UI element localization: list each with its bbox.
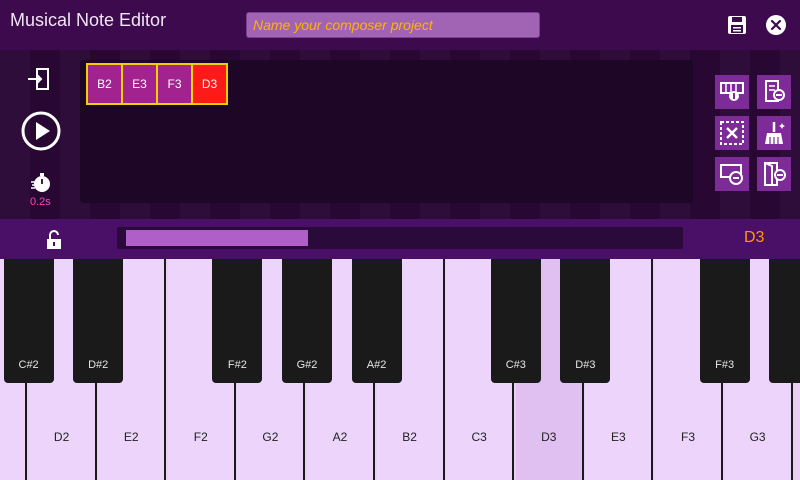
remove-from-list-icon — [765, 80, 785, 102]
lock-button[interactable] — [42, 228, 66, 252]
clean-all-icon — [765, 122, 785, 144]
progress-fill — [126, 230, 308, 246]
clear-selection-icon — [720, 121, 744, 145]
black-key-label: A#2 — [366, 359, 387, 371]
white-key-label: F2 — [193, 430, 208, 444]
white-key-label: G3 — [749, 430, 766, 444]
black-key-label: G#2 — [296, 359, 318, 371]
white-key-label: A2 — [332, 430, 348, 444]
black-key-csharp3[interactable]: C#3 — [490, 259, 541, 383]
current-note-label: D3 — [744, 229, 765, 246]
import-button[interactable] — [26, 66, 52, 92]
black-key-fsharp2[interactable]: F#2 — [212, 259, 263, 383]
black-key-label: F#2 — [227, 359, 247, 371]
white-key-label: G2 — [262, 430, 279, 444]
black-key-label: F#3 — [715, 359, 735, 371]
white-key-label: B2 — [402, 430, 417, 444]
unlock-icon — [47, 230, 61, 249]
note-chip-d3[interactable]: D3 — [193, 65, 226, 103]
play-button[interactable] — [20, 110, 62, 152]
import-icon — [28, 68, 49, 90]
white-key-label: E2 — [123, 430, 139, 444]
piano-keyboard: C2 D2 E2 F2 G2 A2 B2 C3 D3 E3 F3 G3 C#2 D#2 F#2 G#2 A#2 C… — [0, 259, 800, 480]
project-name-input[interactable] — [246, 12, 540, 38]
black-key-csharp2[interactable]: C#2 — [3, 259, 54, 383]
speed-value: 0.2s — [30, 196, 51, 208]
white-key-label: F3 — [680, 430, 695, 444]
clear-selection-button[interactable] — [715, 116, 749, 150]
close-icon — [766, 15, 786, 35]
black-key-label: D#2 — [88, 359, 109, 371]
exit-delete-icon — [764, 162, 786, 186]
black-key-gsharp2[interactable]: G#2 — [282, 259, 332, 383]
black-key-dsharp3[interactable]: D#3 — [560, 259, 611, 383]
white-key-label: C2 — [0, 430, 25, 444]
white-key-label: D2 — [53, 430, 70, 444]
black-key-label: C#3 — [505, 359, 526, 371]
play-icon — [21, 111, 61, 151]
white-key-label: E3 — [611, 430, 626, 444]
remove-region-icon — [720, 164, 743, 185]
note-sequence: B2 E3 F3 D3 — [86, 63, 228, 105]
exit-delete-button[interactable] — [757, 157, 791, 191]
black-key-partial[interactable] — [769, 259, 800, 383]
black-key-label: C#2 — [18, 359, 39, 371]
white-key-label: C3 — [471, 430, 487, 444]
remove-from-list-button[interactable] — [757, 75, 791, 109]
white-key-label: D3 — [541, 430, 557, 444]
close-button[interactable] — [764, 13, 788, 37]
note-chip-e3[interactable]: E3 — [123, 65, 156, 103]
app-title: Musical Note Editor — [10, 10, 167, 30]
black-key-label: D#3 — [575, 359, 596, 371]
save-icon — [728, 16, 746, 34]
black-key-fsharp3[interactable]: F#3 — [699, 259, 750, 383]
note-chip-f3[interactable]: F3 — [158, 65, 191, 103]
remove-region-button[interactable] — [715, 157, 749, 191]
clean-all-button[interactable] — [757, 116, 791, 150]
note-chip-b2[interactable]: B2 — [88, 65, 121, 103]
stopwatch-icon — [31, 173, 50, 192]
black-key-asharp2[interactable]: A#2 — [351, 259, 402, 383]
black-key-dsharp2[interactable]: D#2 — [73, 259, 124, 383]
progress-track[interactable] — [117, 227, 683, 249]
insert-note-button[interactable] — [715, 75, 749, 109]
speed-button[interactable] — [30, 172, 52, 194]
save-button[interactable] — [724, 12, 750, 38]
insert-note-icon — [720, 82, 744, 101]
